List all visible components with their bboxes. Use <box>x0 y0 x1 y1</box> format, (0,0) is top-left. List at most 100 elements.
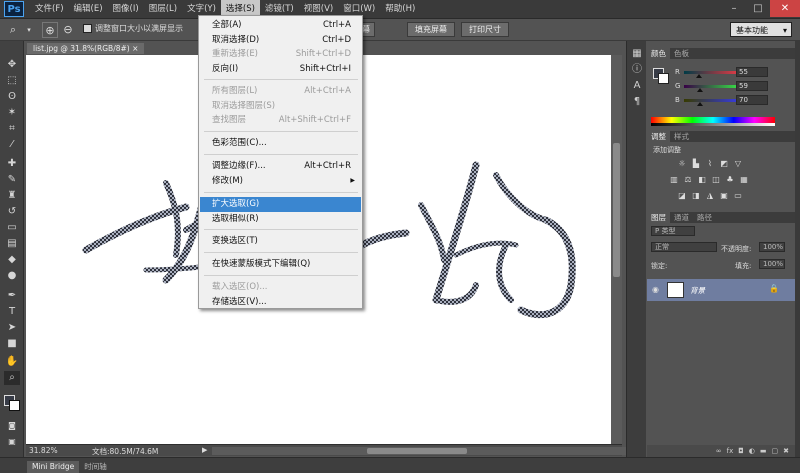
tab-color[interactable]: 颜色 <box>647 48 670 59</box>
character-panel-icon[interactable]: A <box>630 79 644 93</box>
pen-tool-icon[interactable]: ✒ <box>4 289 20 303</box>
threshold-icon[interactable]: ◮ <box>705 191 715 201</box>
new-group-icon[interactable]: ▬ <box>760 445 767 457</box>
red-value-field[interactable]: 55 <box>736 67 768 77</box>
color-balance-icon[interactable]: ⚖ <box>683 175 693 185</box>
lasso-tool-icon[interactable]: ʘ <box>4 90 20 104</box>
quick-mask-icon[interactable]: ◙ <box>4 419 20 433</box>
delete-layer-icon[interactable]: ✖ <box>783 445 789 457</box>
layer-name[interactable]: 背景 <box>690 285 705 296</box>
menu-file[interactable]: 文件(F) <box>30 0 69 19</box>
crop-tool-icon[interactable]: ⌗ <box>4 122 20 136</box>
color-lookup-icon[interactable]: ▦ <box>739 175 749 185</box>
menu-item-quick-mask[interactable]: 在快速蒙版模式下编辑(Q) <box>200 257 361 272</box>
checkbox-box[interactable] <box>83 24 92 33</box>
close-button[interactable]: ✕ <box>770 0 800 17</box>
screen-mode-icon[interactable]: ▣ <box>4 435 20 449</box>
horizontal-scroll-thumb[interactable] <box>367 448 467 454</box>
link-layers-icon[interactable]: ∞ <box>716 445 722 457</box>
levels-icon[interactable]: ▙ <box>691 159 701 169</box>
document-tab[interactable]: list.jpg @ 31.8%(RGB/8#) × <box>27 43 145 54</box>
zoom-level[interactable]: 31.82% <box>29 446 58 455</box>
tool-preset-chevron-icon[interactable]: ▾ <box>21 22 37 38</box>
canvas-horizontal-scrollbar[interactable] <box>212 447 628 455</box>
menu-item-reselect[interactable]: 重新选择(E) Shift+Ctrl+D <box>200 47 361 62</box>
green-slider-knob[interactable] <box>697 88 703 92</box>
layer-filter-select[interactable]: P 类型 <box>651 226 695 236</box>
menu-item-save-selection[interactable]: 存储选区(V)... <box>200 295 361 310</box>
marquee-tool-icon[interactable]: ⬚ <box>4 74 20 88</box>
menu-help[interactable]: 帮助(H) <box>380 0 420 19</box>
add-mask-icon[interactable]: ◘ <box>738 445 744 457</box>
healing-brush-tool-icon[interactable]: ✚ <box>4 157 20 171</box>
vibrance-icon[interactable]: ▽ <box>733 159 743 169</box>
menu-item-load-selection[interactable]: 载入选区(O)... <box>200 280 361 295</box>
right-panels-scrollbar[interactable] <box>795 41 800 457</box>
menu-item-deselect[interactable]: 取消选择(D) Ctrl+D <box>200 33 361 48</box>
menu-item-all-layers[interactable]: 所有图层(L) Alt+Ctrl+A <box>200 84 361 99</box>
color-spectrum-ramp[interactable] <box>651 117 775 126</box>
brightness-icon[interactable]: ☼ <box>677 159 687 169</box>
menu-item-deselect-layers[interactable]: 取消选择图层(S) <box>200 99 361 114</box>
workspace-select[interactable]: 基本功能 <box>730 22 792 38</box>
type-tool-icon[interactable]: T <box>4 305 20 319</box>
exposure-icon[interactable]: ◩ <box>719 159 729 169</box>
hue-saturation-icon[interactable]: ▥ <box>669 175 679 185</box>
channel-mixer-icon[interactable]: ♣ <box>725 175 735 185</box>
photo-filter-icon[interactable]: ◫ <box>711 175 721 185</box>
hand-tool-icon[interactable]: ✋ <box>4 355 20 369</box>
visibility-eye-icon[interactable]: ◉ <box>652 285 659 294</box>
red-slider-knob[interactable] <box>696 74 702 78</box>
eraser-tool-icon[interactable]: ▭ <box>4 221 20 235</box>
selective-color-icon[interactable]: ▣ <box>719 191 729 201</box>
tab-paths[interactable]: 路径 <box>693 212 716 223</box>
menu-item-color-range[interactable]: 色彩范围(C)... <box>200 136 361 151</box>
tab-swatches[interactable]: 色板 <box>670 48 693 59</box>
new-adjustment-icon[interactable]: ◐ <box>749 445 755 457</box>
green-value-field[interactable]: 59 <box>736 81 768 91</box>
blend-mode-select[interactable]: 正常 <box>651 242 717 252</box>
blue-slider-knob[interactable] <box>697 102 703 106</box>
menu-item-transform-selection[interactable]: 变换选区(T) <box>200 234 361 249</box>
black-white-icon[interactable]: ◧ <box>697 175 707 185</box>
document-size-info[interactable]: 文档:80.5M/74.6M <box>92 446 158 457</box>
tab-timeline[interactable]: 时间轴 <box>79 461 112 473</box>
menu-edit[interactable]: 编辑(E) <box>69 0 108 19</box>
vertical-scroll-thumb[interactable] <box>613 143 620 277</box>
menu-layer[interactable]: 图层(L) <box>144 0 182 19</box>
blue-value-field[interactable]: 70 <box>736 95 768 105</box>
menu-item-inverse[interactable]: 反向(I) Shift+Ctrl+I <box>200 62 361 77</box>
move-tool-icon[interactable]: ✥ <box>4 58 20 72</box>
status-menu-arrow-icon[interactable]: ▶ <box>202 446 207 454</box>
rectangle-tool-icon[interactable]: ■ <box>4 337 20 351</box>
gradient-tool-icon[interactable]: ▤ <box>4 237 20 251</box>
maximize-button[interactable]: □ <box>746 0 770 17</box>
menu-item-grow[interactable]: 扩大选取(G) <box>200 197 361 212</box>
posterize-icon[interactable]: ◨ <box>691 191 701 201</box>
background-color-swatch[interactable] <box>9 400 20 411</box>
menu-item-similar[interactable]: 选取相似(R) <box>200 212 361 227</box>
history-panel-icon[interactable]: ▦ <box>630 47 644 61</box>
invert-icon[interactable]: ◪ <box>677 191 687 201</box>
fill-field[interactable]: 100% <box>759 259 785 269</box>
minimize-button[interactable]: – <box>722 0 746 17</box>
zoom-in-icon[interactable]: ⊕ <box>42 22 58 38</box>
menu-item-find-layers[interactable]: 查找图层 Alt+Shift+Ctrl+F <box>200 113 361 128</box>
tab-close-icon[interactable]: × <box>132 44 138 53</box>
tab-mini-bridge[interactable]: Mini Bridge <box>27 461 80 473</box>
layer-style-icon[interactable]: fx <box>727 445 734 457</box>
tab-adjustments[interactable]: 调整 <box>647 131 670 142</box>
zoom-tool-icon[interactable]: ⌕ <box>4 371 20 385</box>
paragraph-panel-icon[interactable]: ¶ <box>630 95 644 109</box>
tab-layers[interactable]: 图层 <box>647 212 670 223</box>
layer-row-background[interactable]: ◉ 背景 🔒 <box>647 279 795 301</box>
fill-screen-button[interactable]: 填充屏幕 <box>407 22 455 37</box>
new-layer-icon[interactable]: ▢ <box>772 445 779 457</box>
menu-image[interactable]: 图像(I) <box>108 0 144 19</box>
menu-item-modify[interactable]: 修改(M) ▶ <box>200 174 361 189</box>
zoom-tool-icon[interactable]: ⌕ <box>5 22 21 38</box>
zoom-out-icon[interactable]: ⊖ <box>60 22 76 38</box>
resize-windows-checkbox[interactable]: 调整窗口大小以满屏显示 <box>83 23 183 34</box>
gradient-map-icon[interactable]: ▭ <box>733 191 743 201</box>
menu-item-select-all[interactable]: 全部(A) Ctrl+A <box>200 18 361 33</box>
